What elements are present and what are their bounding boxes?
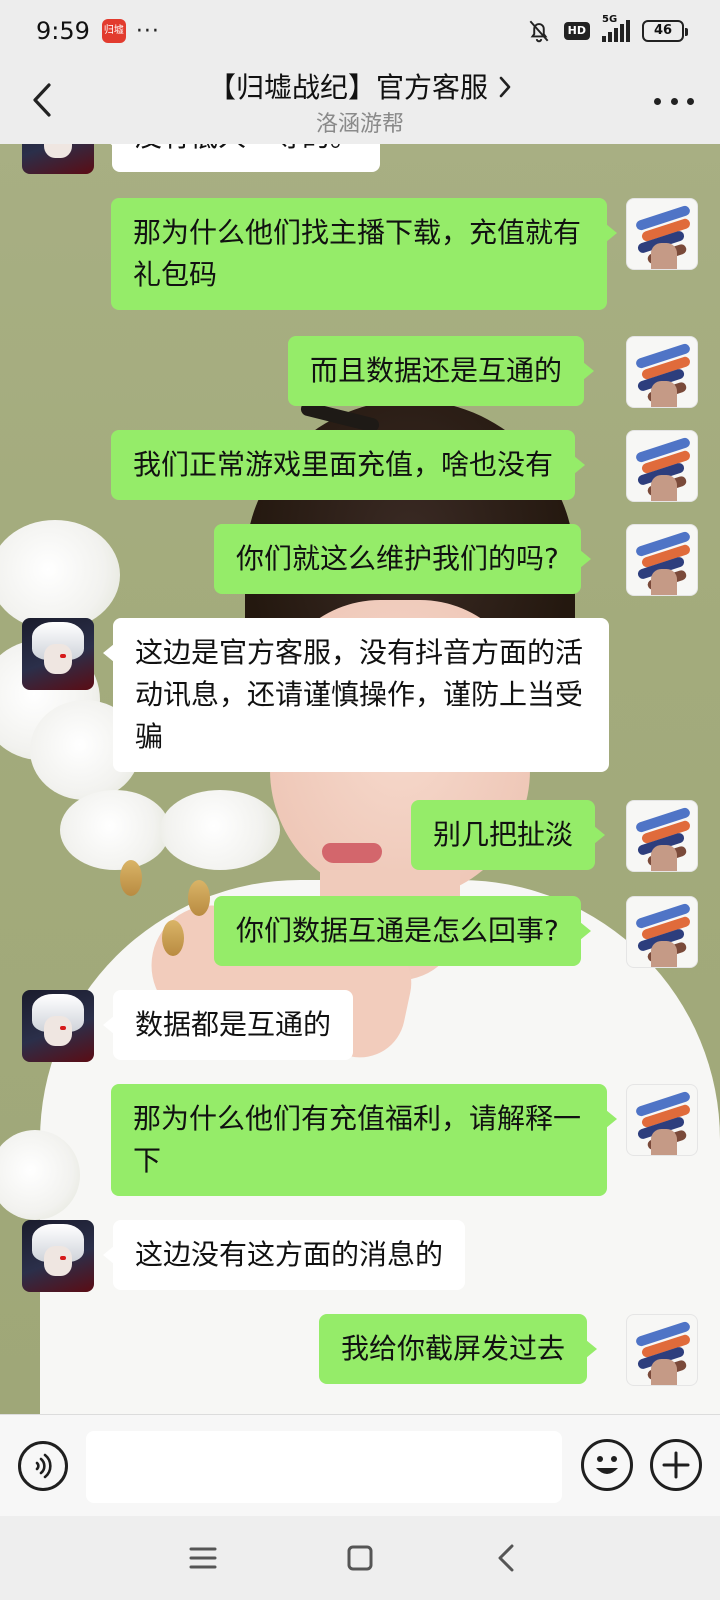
- app-notification-icon: 归墟: [101, 19, 126, 43]
- message-bubble[interactable]: 我给你截屏发过去: [319, 1314, 598, 1384]
- support-avatar[interactable]: [22, 1220, 94, 1292]
- message-bubble[interactable]: 我们正常游戏里面充值，啥也没有: [111, 430, 586, 500]
- message-bubble[interactable]: 那为什么他们有充值福利，请解释一下: [111, 1084, 617, 1196]
- message-bubble[interactable]: 而且数据还是互通的: [288, 336, 595, 406]
- menu-icon: [189, 1547, 217, 1569]
- message-bubble[interactable]: 没有低人一等的。: [101, 144, 381, 172]
- my-avatar[interactable]: [626, 1314, 698, 1386]
- status-time: 9:59: [36, 17, 90, 45]
- chevron-right-icon: [499, 76, 511, 97]
- nav-home-button[interactable]: [338, 1536, 382, 1580]
- nav-menu-button[interactable]: [181, 1536, 225, 1580]
- voice-icon: [35, 1453, 52, 1479]
- message-bubble[interactable]: 那为什么他们找主播下载，充值就有礼包码: [111, 198, 617, 310]
- my-avatar[interactable]: [626, 524, 698, 596]
- chat-title[interactable]: 【归墟战纪】官方客服: [0, 66, 720, 106]
- nav-back-icon: [498, 1544, 514, 1572]
- network-label: 5G: [602, 14, 618, 25]
- message-bubble[interactable]: 别几把扯淡: [411, 800, 606, 870]
- support-avatar[interactable]: [22, 144, 94, 174]
- my-avatar[interactable]: [626, 430, 698, 502]
- status-indicators: HD 5G 46: [526, 14, 688, 44]
- nav-back-button[interactable]: [484, 1536, 528, 1580]
- hd-badge: HD: [563, 22, 590, 40]
- status-overflow-icon: ···: [135, 18, 160, 44]
- message-bubble[interactable]: 这边是官方客服，没有抖音方面的活动讯息，还请谨慎操作，谨防上当受骗: [103, 618, 609, 772]
- support-avatar[interactable]: [22, 618, 94, 690]
- battery-icon: 46: [642, 20, 688, 42]
- message-input[interactable]: [86, 1431, 562, 1503]
- status-bar: 9:59 归墟 ··· HD 5G 46: [0, 0, 720, 62]
- message-bubble[interactable]: 你们数据互通是怎么回事?: [214, 896, 591, 966]
- my-avatar[interactable]: [626, 896, 698, 968]
- composer-bar: [0, 1414, 720, 1516]
- home-icon: [347, 1545, 373, 1571]
- my-avatar[interactable]: [626, 336, 698, 408]
- chat-title-text: 【归墟战纪】官方客服: [207, 71, 488, 104]
- message-bubble[interactable]: 这边没有这方面的消息的: [102, 1220, 466, 1290]
- emoji-icon: [596, 1456, 618, 1474]
- more-dots-icon: [654, 97, 661, 105]
- message-list[interactable]: 没有低人一等的。 那为什么他们找主播下载，充值就有礼包码 而且数据还是互通的 我…: [0, 144, 720, 1414]
- plus-button[interactable]: [650, 1439, 702, 1491]
- my-avatar[interactable]: [626, 1084, 698, 1156]
- chat-subtitle: 洛涵游帮: [315, 112, 404, 137]
- my-avatar[interactable]: [626, 800, 698, 872]
- bell-off-icon: [529, 20, 549, 43]
- voice-button[interactable]: [18, 1441, 68, 1491]
- system-nav-bar: [0, 1516, 720, 1600]
- plus-icon: [662, 1451, 690, 1479]
- chat-header: 【归墟战纪】官方客服 洛涵游帮: [0, 62, 720, 144]
- support-avatar[interactable]: [22, 990, 94, 1062]
- emoji-button[interactable]: [581, 1439, 633, 1491]
- message-bubble[interactable]: 你们就这么维护我们的吗?: [214, 524, 591, 594]
- signal-icon: 5G: [602, 14, 630, 42]
- more-button[interactable]: [654, 86, 694, 116]
- my-avatar[interactable]: [626, 198, 698, 270]
- message-bubble[interactable]: 数据都是互通的: [102, 990, 354, 1060]
